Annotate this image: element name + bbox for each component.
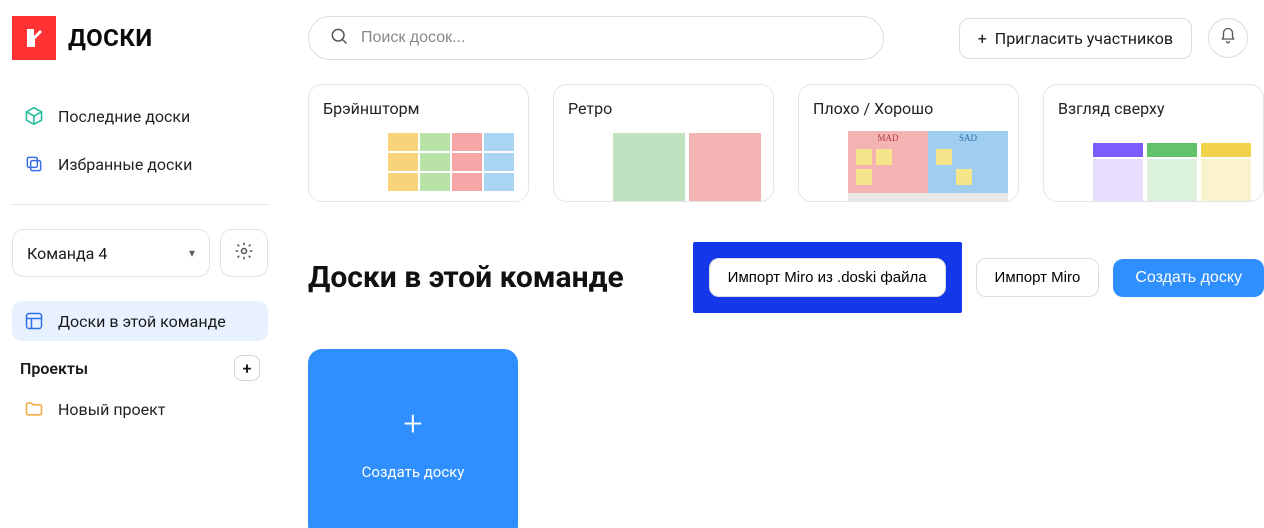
- add-project-button[interactable]: +: [234, 355, 260, 381]
- sidebar-item-label: Избранные доски: [58, 155, 192, 174]
- import-miro-button[interactable]: Импорт Miro: [976, 258, 1100, 297]
- section-actions: Импорт Miro из .doski файла Импорт Miro …: [693, 242, 1264, 313]
- cube-icon: [24, 106, 44, 126]
- import-doskifile-button[interactable]: Импорт Miro из .doski файла: [709, 258, 946, 297]
- sidebar-item-label: Последние доски: [58, 107, 190, 126]
- template-title: Взгляд сверху: [1058, 99, 1249, 118]
- sidebar-item-favorites[interactable]: Избранные доски: [12, 144, 268, 184]
- header-actions: + Пригласить участников: [959, 18, 1248, 59]
- layout-icon: [24, 311, 44, 331]
- team-select[interactable]: Команда 4 ▾: [12, 229, 210, 277]
- sidebar-item-new-project[interactable]: Новый проект: [12, 389, 268, 429]
- logo-icon: [12, 16, 56, 60]
- template-preview: MAD SAD: [813, 118, 1004, 201]
- template-preview: [568, 118, 759, 201]
- search-input[interactable]: [361, 29, 863, 47]
- template-preview: [323, 118, 514, 201]
- template-card-overview[interactable]: Взгляд сверху: [1043, 84, 1264, 202]
- create-board-label: Создать доску: [362, 463, 465, 481]
- projects-header: Проекты +: [12, 349, 268, 381]
- divider: [12, 204, 268, 205]
- chevron-down-icon: ▾: [189, 246, 195, 260]
- column-label: SAD: [928, 131, 1008, 143]
- template-title: Ретро: [568, 99, 759, 118]
- team-selector-row: Команда 4 ▾: [12, 229, 268, 277]
- projects-label: Проекты: [20, 359, 88, 378]
- template-card-brainstorm[interactable]: Брэйншторм: [308, 84, 529, 202]
- gear-icon: [234, 241, 254, 265]
- copy-icon: [24, 154, 44, 174]
- template-card-retro[interactable]: Ретро: [553, 84, 774, 202]
- plus-icon: +: [403, 407, 422, 441]
- team-settings-button[interactable]: [220, 229, 268, 277]
- invite-button[interactable]: + Пригласить участников: [959, 18, 1192, 59]
- sidebar-item-label: Доски в этой команде: [58, 312, 226, 331]
- highlighted-import-frame: Импорт Miro из .doski файла: [693, 242, 962, 313]
- sidebar: ДОСКИ Последние доски Избранные доски Ко…: [0, 0, 280, 528]
- section-title: Доски в этой команде: [308, 260, 624, 295]
- template-preview: [1058, 118, 1249, 201]
- create-board-tile[interactable]: + Создать доску: [308, 349, 518, 528]
- plus-icon: +: [243, 359, 252, 378]
- create-board-button[interactable]: Создать доску: [1113, 259, 1264, 297]
- template-card-bad-good[interactable]: Плохо / Хорошо MAD SAD: [798, 84, 1019, 202]
- sidebar-item-team-boards[interactable]: Доски в этой команде: [12, 301, 268, 341]
- template-row: Брэйншторм Ретро Плохо / Хорошо MAD: [308, 84, 1264, 202]
- bell-icon: [1219, 27, 1237, 49]
- main-content: + Пригласить участников Брэйншторм Ретро: [280, 0, 1264, 528]
- invite-label: Пригласить участников: [995, 29, 1173, 48]
- column-label: MAD: [848, 131, 928, 143]
- logo-row: ДОСКИ: [12, 16, 268, 60]
- section-header-row: Доски в этой команде Импорт Miro из .dos…: [308, 242, 1264, 313]
- template-title: Плохо / Хорошо: [813, 99, 1004, 118]
- search-icon: [329, 26, 349, 50]
- notifications-button[interactable]: [1208, 18, 1248, 58]
- folder-icon: [24, 399, 44, 419]
- sidebar-item-label: Новый проект: [58, 400, 165, 419]
- app-title: ДОСКИ: [68, 24, 153, 52]
- sidebar-item-recent[interactable]: Последние доски: [12, 96, 268, 136]
- search-box[interactable]: [308, 16, 884, 60]
- template-title: Брэйншторм: [323, 99, 514, 118]
- plus-icon: +: [978, 29, 987, 48]
- header-row: + Пригласить участников: [308, 16, 1264, 60]
- team-name: Команда 4: [27, 244, 107, 263]
